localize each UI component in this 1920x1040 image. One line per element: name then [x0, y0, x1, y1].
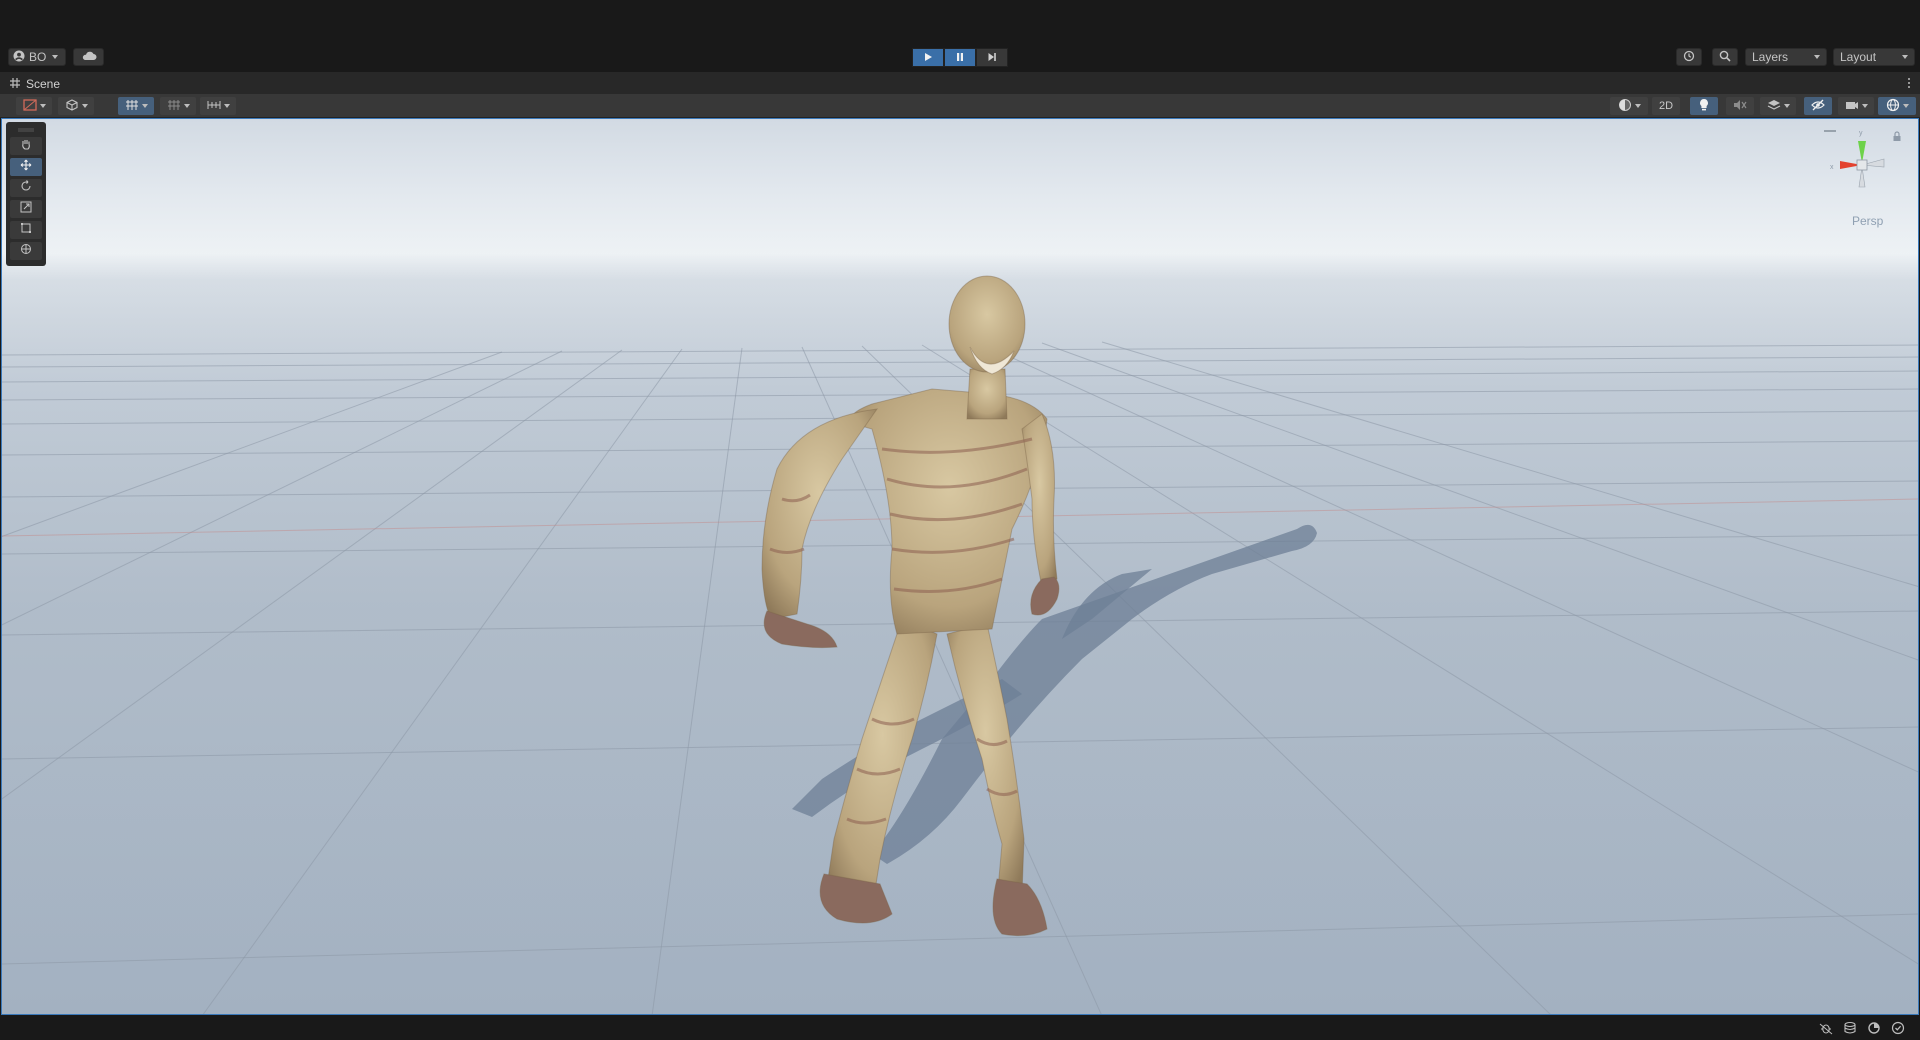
eye-slash-icon	[1811, 99, 1825, 114]
chevron-down-icon	[1902, 55, 1908, 59]
shading-sphere-icon	[1618, 98, 1632, 115]
cloud-icon	[81, 50, 97, 64]
lock-icon[interactable]	[1892, 129, 1902, 147]
gizmo-globe-icon	[1886, 98, 1900, 115]
projection-label[interactable]: Persp	[1852, 214, 1883, 228]
scene-visibility-toggle[interactable]	[1804, 97, 1832, 115]
tab-scene[interactable]: Scene	[4, 74, 66, 94]
play-icon	[923, 49, 933, 67]
scale-tool-button[interactable]	[10, 200, 42, 218]
camera-settings-dropdown[interactable]	[1838, 97, 1874, 115]
tool-palette	[6, 122, 46, 266]
grid-snap-icon	[125, 99, 139, 114]
snap-increment-icon	[207, 99, 221, 114]
step-forward-icon	[987, 49, 997, 67]
main-toolbar: BO Layers Layout	[0, 45, 1920, 70]
audio-icon	[1733, 99, 1747, 114]
shading-mode-dropdown[interactable]	[1610, 97, 1648, 115]
draw-mode-dropdown[interactable]	[16, 97, 52, 115]
cloud-button[interactable]	[73, 48, 104, 66]
bug-icon[interactable]	[1818, 1020, 1834, 1036]
scene-viewport[interactable]: y x Persp	[1, 118, 1919, 1015]
svg-text:y: y	[1859, 130, 1863, 137]
scene-view-toolbar: 2D	[0, 94, 1920, 118]
account-dropdown[interactable]: BO	[8, 48, 66, 66]
pause-icon	[955, 49, 965, 67]
mode-2d-label: 2D	[1658, 100, 1674, 112]
account-icon	[13, 50, 25, 65]
account-label: BO	[29, 50, 47, 64]
history-icon	[1683, 50, 1695, 65]
tab-menu-button[interactable]	[1904, 75, 1914, 91]
undo-history-button[interactable]	[1676, 48, 1702, 66]
chevron-down-icon	[1861, 104, 1868, 108]
palette-drag-handle[interactable]	[10, 126, 42, 134]
move-tool-button[interactable]	[10, 158, 42, 176]
tab-scene-label: Scene	[26, 77, 61, 91]
scene-tab-bar: Scene	[0, 72, 1920, 94]
effects-dropdown[interactable]	[1760, 97, 1796, 115]
search-icon	[1719, 50, 1731, 65]
play-button[interactable]	[912, 48, 944, 67]
progress-ring-icon[interactable]	[1866, 1020, 1882, 1036]
hand-tool-button[interactable]	[10, 137, 42, 155]
lightbulb-icon	[1699, 98, 1709, 114]
chevron-down-icon	[1634, 104, 1641, 108]
transform-icon	[20, 242, 32, 260]
hand-icon	[20, 137, 32, 155]
lighting-toggle[interactable]	[1690, 97, 1718, 115]
chevron-down-icon	[39, 104, 46, 108]
move-arrows-icon	[20, 158, 32, 176]
increment-snap-dropdown[interactable]	[200, 97, 236, 115]
chevron-down-icon	[141, 104, 148, 108]
check-circle-icon[interactable]	[1890, 1020, 1906, 1036]
layout-dropdown[interactable]: Layout	[1833, 48, 1915, 66]
rect-tool-button[interactable]	[10, 221, 42, 239]
draw-mode-icon	[22, 98, 37, 114]
svg-text:x: x	[1830, 164, 1834, 171]
step-button[interactable]	[976, 48, 1008, 67]
grid-visibility-dropdown[interactable]	[160, 97, 196, 115]
chevron-down-icon	[52, 55, 59, 59]
pause-button[interactable]	[944, 48, 976, 67]
grid-icon	[167, 99, 181, 114]
scale-icon	[20, 200, 32, 218]
status-bar	[0, 1016, 1920, 1040]
orientation-gizmo[interactable]: y x	[1822, 127, 1902, 197]
chevron-down-icon	[1814, 55, 1820, 59]
layers-label: Layers	[1752, 50, 1789, 64]
rotate-tool-button[interactable]	[10, 179, 42, 197]
mode-2d-toggle[interactable]: 2D	[1652, 97, 1680, 115]
title-bar	[0, 0, 1920, 45]
cube-icon	[65, 98, 79, 114]
rotate-icon	[20, 179, 32, 197]
ground-grid	[2, 229, 1918, 1014]
camera-icon	[1845, 99, 1859, 114]
gizmos-dropdown[interactable]	[1878, 97, 1916, 115]
chevron-down-icon	[1783, 104, 1790, 108]
scene-grid-icon	[10, 77, 20, 91]
audio-toggle[interactable]	[1726, 97, 1754, 115]
chevron-down-icon	[223, 104, 230, 108]
grid-snapping-toggle[interactable]	[118, 97, 154, 115]
database-icon[interactable]	[1842, 1020, 1858, 1036]
rect-transform-icon	[20, 221, 32, 239]
chevron-down-icon	[183, 104, 190, 108]
search-button[interactable]	[1712, 48, 1738, 66]
chevron-down-icon	[1902, 104, 1909, 108]
playmode-controls	[912, 48, 1008, 67]
transform-tool-button[interactable]	[10, 242, 42, 260]
effects-layers-icon	[1767, 99, 1781, 114]
layout-label: Layout	[1840, 50, 1877, 64]
chevron-down-icon	[81, 104, 88, 108]
render-mode-dropdown[interactable]	[58, 97, 94, 115]
layers-dropdown[interactable]: Layers	[1745, 48, 1827, 66]
